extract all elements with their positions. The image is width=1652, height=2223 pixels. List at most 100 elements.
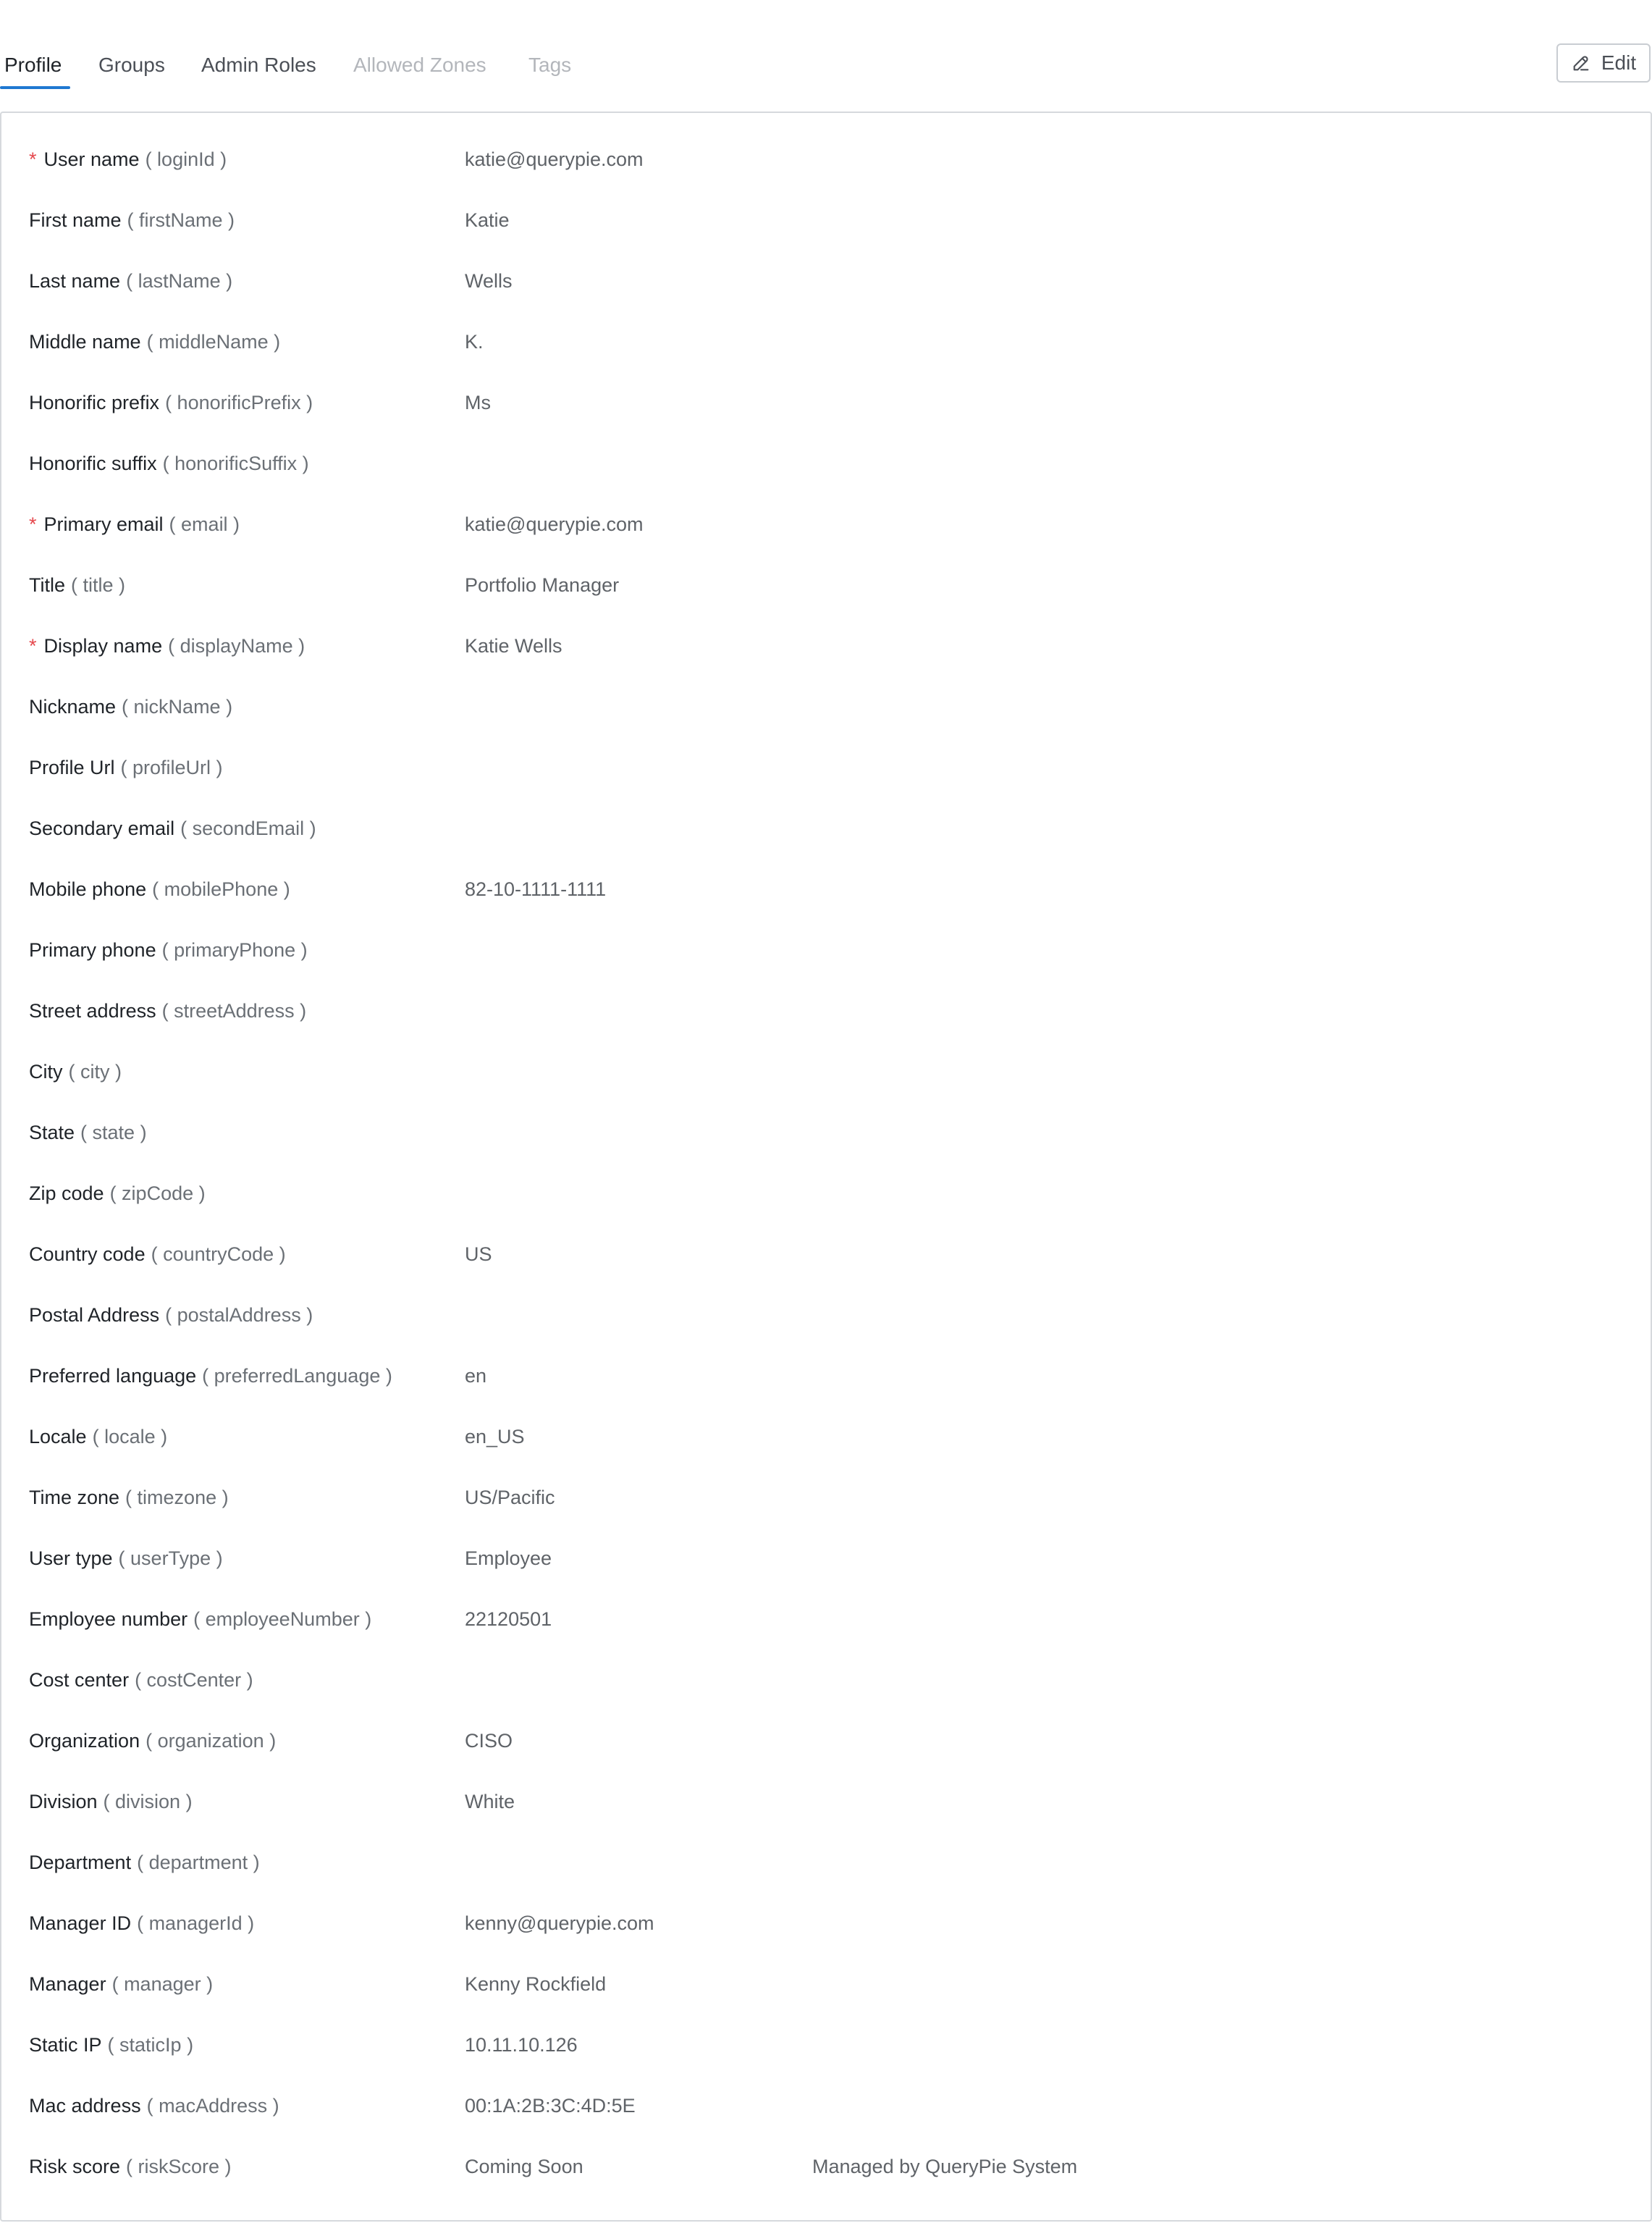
field-value: katie@querypie.com bbox=[465, 513, 644, 535]
field-key: ( displayName ) bbox=[168, 634, 305, 657]
field-key: ( firstName ) bbox=[127, 209, 235, 231]
field-label: Manager ID( managerId ) bbox=[29, 1912, 465, 1935]
field-key: ( division ) bbox=[103, 1790, 193, 1812]
field-label: Honorific prefix( honorificPrefix ) bbox=[29, 392, 465, 414]
profile-field-row: Employee number( employeeNumber ) 2212050… bbox=[29, 1589, 1651, 1650]
field-label: * Display name( displayName ) bbox=[29, 635, 465, 657]
field-name: Primary phone bbox=[29, 938, 156, 961]
field-label: Manager( manager ) bbox=[29, 1973, 465, 1996]
profile-field-row: User type( userType ) Employee bbox=[29, 1528, 1651, 1589]
field-key: ( email ) bbox=[169, 513, 240, 535]
field-label: * Primary email( email ) bbox=[29, 513, 465, 536]
profile-panel: * User name( loginId ) katie@querypie.com F… bbox=[0, 112, 1652, 2222]
profile-field-row: Street address( streetAddress ) bbox=[29, 980, 1651, 1041]
profile-field-row: * Display name( displayName ) Katie Wells bbox=[29, 615, 1651, 676]
field-key: ( zipCode ) bbox=[109, 1182, 206, 1204]
field-label: Nickname( nickName ) bbox=[29, 696, 465, 718]
field-value: en bbox=[465, 1364, 487, 1387]
field-value: US/Pacific bbox=[465, 1486, 555, 1508]
required-asterisk: * bbox=[29, 513, 37, 535]
field-key: ( staticIp ) bbox=[107, 2033, 194, 2056]
tab-profile[interactable]: Profile bbox=[4, 51, 62, 80]
field-value: Katie Wells bbox=[465, 634, 562, 657]
field-name: User type bbox=[29, 1547, 113, 1569]
field-key: ( state ) bbox=[80, 1121, 147, 1143]
field-label: City( city ) bbox=[29, 1061, 465, 1083]
field-name: Manager ID bbox=[29, 1912, 132, 1934]
profile-field-row: Secondary email( secondEmail ) bbox=[29, 798, 1651, 859]
field-value: 00:1A:2B:3C:4D:5E bbox=[465, 2094, 636, 2117]
field-name: Honorific suffix bbox=[29, 452, 157, 474]
profile-field-row: Last name( lastName ) Wells bbox=[29, 251, 1651, 311]
field-name: Country code bbox=[29, 1243, 146, 1265]
field-label: Last name( lastName ) bbox=[29, 270, 465, 293]
profile-field-row: State( state ) bbox=[29, 1102, 1651, 1163]
field-name: Last name bbox=[29, 269, 121, 292]
field-label: Country code( countryCode ) bbox=[29, 1243, 465, 1266]
field-name: User name bbox=[43, 148, 140, 170]
tab-allowed-zones: Allowed Zones bbox=[353, 54, 486, 76]
field-label: Secondary email( secondEmail ) bbox=[29, 818, 465, 840]
field-key: ( streetAddress ) bbox=[161, 999, 307, 1022]
field-label: Profile Url( profileUrl ) bbox=[29, 757, 465, 779]
tab-admin-roles[interactable]: Admin Roles bbox=[201, 51, 316, 80]
profile-field-row: Zip code( zipCode ) bbox=[29, 1163, 1651, 1224]
field-key: ( profileUrl ) bbox=[120, 756, 223, 778]
field-key: ( preferredLanguage ) bbox=[202, 1364, 392, 1387]
field-key: ( honorificSuffix ) bbox=[162, 452, 309, 474]
field-label: Honorific suffix( honorificSuffix ) bbox=[29, 453, 465, 475]
profile-field-row: Division( division ) White bbox=[29, 1771, 1651, 1832]
field-value: en_US bbox=[465, 1425, 525, 1447]
field-name: Secondary email bbox=[29, 817, 175, 839]
field-label: Static IP( staticIp ) bbox=[29, 2034, 465, 2056]
field-name: Department bbox=[29, 1851, 132, 1873]
field-name: Display name bbox=[43, 634, 163, 657]
tab-bar: Profile Groups Admin Roles Allowed Zones… bbox=[0, 0, 1652, 112]
field-key: ( locale ) bbox=[92, 1425, 168, 1447]
field-label: User type( userType ) bbox=[29, 1547, 465, 1570]
field-key: ( nickName ) bbox=[122, 695, 233, 718]
field-key: ( department ) bbox=[137, 1851, 260, 1873]
profile-field-row: First name( firstName ) Katie bbox=[29, 190, 1651, 251]
field-name: Mobile phone bbox=[29, 878, 147, 900]
tab-groups[interactable]: Groups bbox=[98, 51, 165, 80]
field-label: Middle name( middleName ) bbox=[29, 331, 465, 353]
field-label: Mobile phone( mobilePhone ) bbox=[29, 878, 465, 901]
profile-field-row: Organization ( organization ) CISO bbox=[29, 1710, 1651, 1771]
edit-button[interactable]: Edit bbox=[1556, 43, 1651, 83]
field-name: Profile Url bbox=[29, 756, 115, 778]
field-label: Risk score( riskScore ) bbox=[29, 2156, 465, 2178]
profile-field-row: Manager( manager ) Kenny Rockfield bbox=[29, 1954, 1651, 2014]
field-key: ( userType ) bbox=[118, 1547, 223, 1569]
field-name: Title bbox=[29, 573, 66, 596]
field-key: ( riskScore ) bbox=[126, 2155, 232, 2177]
profile-field-row: Honorific prefix( honorificPrefix ) Ms bbox=[29, 372, 1651, 433]
field-label: Postal Address( postalAddress ) bbox=[29, 1304, 465, 1327]
field-value: Kenny Rockfield bbox=[465, 1972, 607, 1995]
profile-field-row: Locale( locale ) en_US bbox=[29, 1406, 1651, 1467]
field-name: Manager bbox=[29, 1972, 106, 1995]
field-label: Preferred language( preferredLanguage ) bbox=[29, 1365, 465, 1387]
required-asterisk: * bbox=[29, 148, 37, 170]
field-label: * User name( loginId ) bbox=[29, 148, 465, 171]
profile-field-row: Profile Url( profileUrl ) bbox=[29, 737, 1651, 798]
field-value: Employee bbox=[465, 1547, 552, 1569]
field-label: Division( division ) bbox=[29, 1791, 465, 1813]
profile-field-row: Mac address( macAddress ) 00:1A:2B:3C:4D:… bbox=[29, 2075, 1651, 2136]
field-key: ( lastName ) bbox=[126, 269, 233, 292]
field-name: Zip code bbox=[29, 1182, 104, 1204]
field-value: 10.11.10.126 bbox=[465, 2033, 578, 2056]
field-value: White bbox=[465, 1790, 515, 1812]
field-value: US bbox=[465, 1243, 492, 1265]
field-key: ( title ) bbox=[71, 573, 126, 596]
field-key: ( mobilePhone ) bbox=[152, 878, 290, 900]
field-label: Cost center( costCenter ) bbox=[29, 1669, 465, 1692]
field-key: ( macAddress ) bbox=[146, 2094, 279, 2117]
field-key: ( honorificPrefix ) bbox=[165, 391, 313, 413]
edit-button-label: Edit bbox=[1601, 51, 1637, 74]
field-value: Coming Soon bbox=[465, 2155, 583, 2177]
profile-field-row: Title( title ) Portfolio Manager bbox=[29, 555, 1651, 615]
field-label: Department( department ) bbox=[29, 1852, 465, 1874]
profile-field-row: Static IP( staticIp ) 10.11.10.126 bbox=[29, 2014, 1651, 2075]
field-name: Division bbox=[29, 1790, 98, 1812]
